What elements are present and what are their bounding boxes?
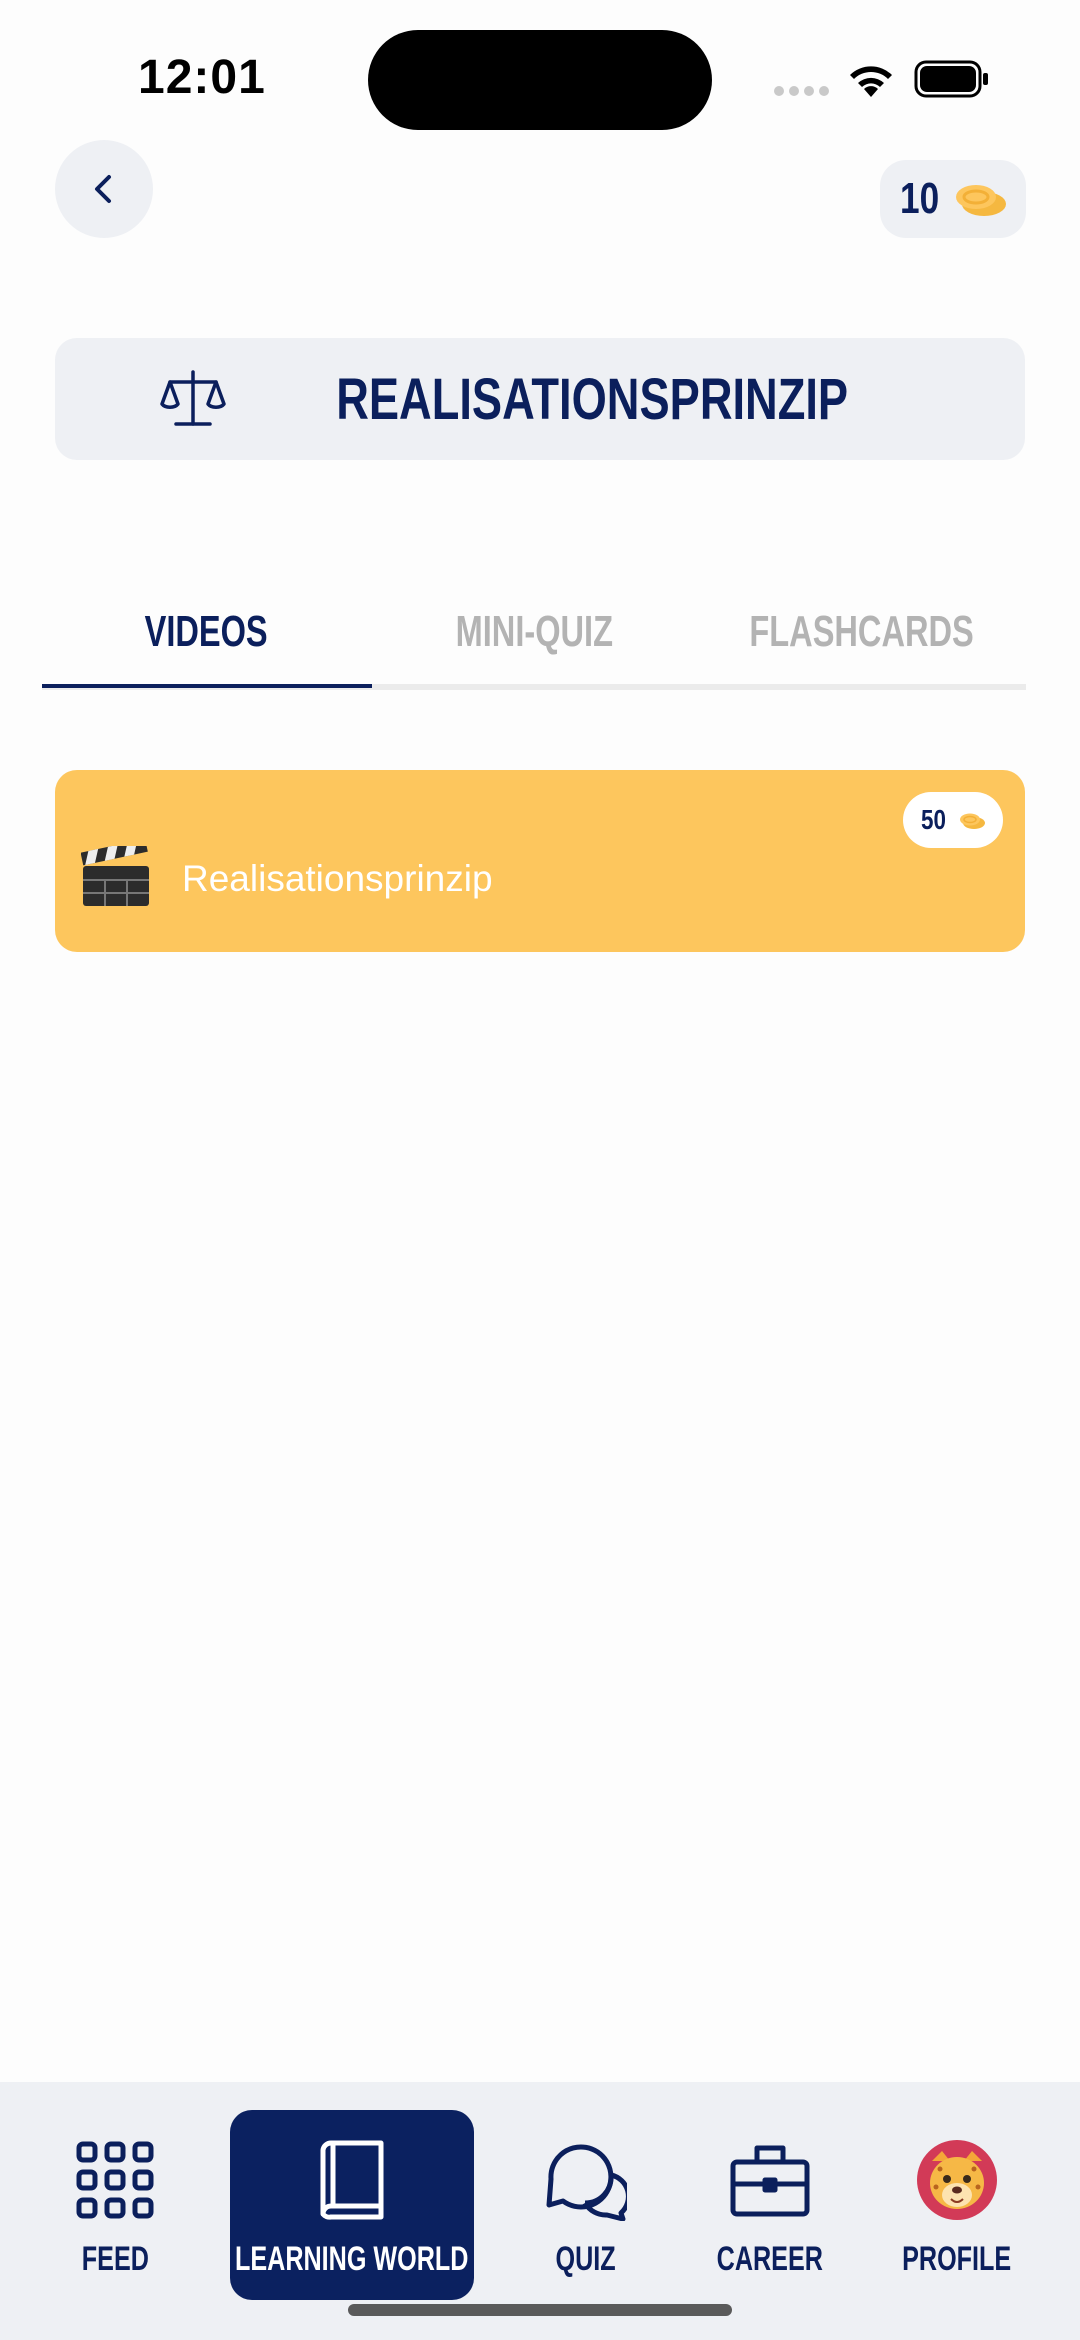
- cellular-signal-icon: [774, 86, 830, 98]
- nav-label: QUIZ: [555, 2240, 617, 2278]
- home-indicator[interactable]: [348, 2304, 732, 2316]
- clapperboard-icon: [81, 846, 149, 906]
- status-time: 12:01: [138, 51, 266, 104]
- reward-badge: 50: [903, 792, 1003, 848]
- chat-bubbles-icon: [546, 2144, 627, 2221]
- tab-label: VIDEOS: [144, 607, 268, 656]
- coins-icon: [960, 813, 985, 829]
- coin-balance[interactable]: 10: [880, 160, 1026, 238]
- briefcase-icon: [730, 2145, 810, 2217]
- coins-icon: [956, 185, 1006, 216]
- nav-quiz[interactable]: QUIZ: [526, 2110, 646, 2300]
- wifi-icon: [850, 66, 892, 97]
- bottom-nav: FEED LEARNING WORLD QUIZ CAREER PROFILE: [0, 2082, 1080, 2340]
- coin-count: 10: [900, 174, 940, 223]
- nav-feed[interactable]: FEED: [45, 2110, 185, 2300]
- tab-label: FLASHCARDS: [749, 607, 975, 656]
- scale-icon: [160, 370, 226, 426]
- nav-label: FEED: [81, 2240, 149, 2278]
- grid-icon: [76, 2141, 154, 2219]
- video-item[interactable]: Realisationsprinzip 50: [55, 770, 1025, 952]
- nav-profile[interactable]: PROFILE: [890, 2110, 1024, 2300]
- battery-icon: [914, 60, 988, 98]
- topic-title: REALISATIONSPRINZIP: [336, 366, 848, 432]
- tab-mini-quiz[interactable]: MINI-QUIZ: [370, 580, 698, 684]
- video-title: Realisationsprinzip: [182, 858, 493, 899]
- active-tab-indicator: [42, 684, 372, 688]
- topic-title-card: REALISATIONSPRINZIP: [55, 338, 1025, 460]
- dynamic-island: [368, 30, 712, 130]
- nav-learning-world[interactable]: LEARNING WORLD: [230, 2110, 474, 2300]
- nav-label: LEARNING WORLD: [235, 2240, 469, 2278]
- nav-career[interactable]: CAREER: [702, 2110, 838, 2300]
- book-icon: [320, 2140, 384, 2220]
- tab-flashcards[interactable]: FLASHCARDS: [698, 580, 1026, 684]
- tab-videos[interactable]: VIDEOS: [42, 580, 370, 684]
- back-button[interactable]: [55, 140, 153, 238]
- avatar-icon: [917, 2140, 997, 2220]
- content-tabs: VIDEOS MINI-QUIZ FLASHCARDS: [42, 580, 1026, 690]
- chevron-left-icon: [95, 175, 111, 203]
- tab-label: MINI-QUIZ: [455, 607, 613, 656]
- nav-label: PROFILE: [902, 2240, 1012, 2278]
- reward-count: 50: [921, 804, 946, 835]
- nav-label: CAREER: [716, 2240, 824, 2278]
